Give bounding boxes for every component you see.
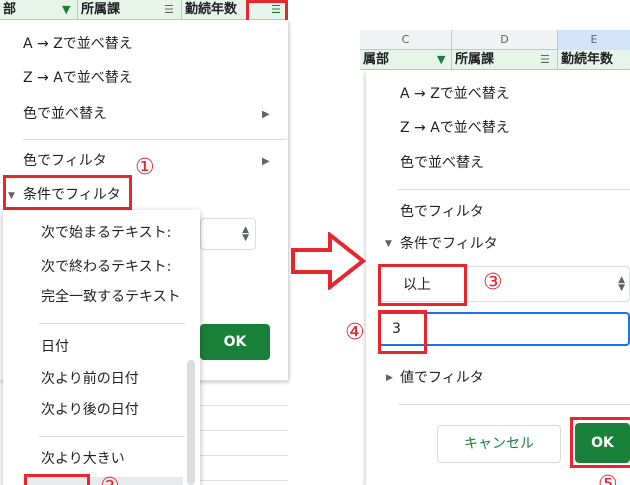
left-header-row: 部 ▼ 所属課 ☰ 勤続年数 ☰ <box>0 0 288 20</box>
column-letter-row: C D E <box>360 30 630 50</box>
annotation-box-condition <box>378 264 467 306</box>
menu-separator <box>23 139 287 140</box>
annotation-step3: ③ <box>483 270 503 295</box>
header-dept-label: 部 <box>3 2 17 17</box>
annotation-box-value <box>378 310 427 354</box>
up-down-icon: ▲ ▼ <box>618 275 625 293</box>
menu-filter-color[interactable]: 色でフィルタ <box>23 152 107 170</box>
menu-filter-condition[interactable]: 条件でフィルタ <box>400 235 498 253</box>
column-c[interactable]: C <box>360 30 452 50</box>
filter-icon[interactable]: ▼ <box>437 54 445 66</box>
arrow-right-icon: ▶ <box>262 156 270 167</box>
triangle-right-icon: ▶ <box>386 373 393 383</box>
condition-select-left[interactable]: ▲ ▼ <box>200 218 256 250</box>
menu-separator <box>398 189 630 190</box>
annotation-step5: ⑤ <box>598 472 618 485</box>
right-arrow-outline-icon <box>291 232 366 290</box>
dropdown-separator <box>39 323 185 324</box>
annotation-step4: ④ <box>345 320 365 345</box>
header-years-cell[interactable]: 勤続年数 <box>558 50 630 70</box>
menu-sort-az[interactable]: A → Zで並べ替え <box>400 85 510 103</box>
annotation-step2: ② <box>100 476 120 485</box>
option-date-before[interactable]: 次より前の日付 <box>41 370 139 388</box>
option-text-exact[interactable]: 完全一致するテキスト <box>41 288 181 306</box>
triangle-down-icon: ▼ <box>385 239 392 249</box>
option-text-starts[interactable]: 次で始まるテキスト: <box>41 224 171 242</box>
header-section-label: 所属課 <box>81 2 121 17</box>
cancel-button[interactable]: キャンセル <box>437 425 561 463</box>
menu-filter-value[interactable]: 値でフィルタ <box>400 369 484 387</box>
annotation-box-option <box>24 474 90 485</box>
arrow-right-icon: ▶ <box>262 109 270 120</box>
filter-icon[interactable]: ☰ <box>540 54 550 66</box>
dropdown-scrollbar[interactable] <box>187 360 195 485</box>
filter-icon[interactable]: ☰ <box>164 4 174 16</box>
menu-separator <box>398 404 630 405</box>
menu-sort-az[interactable]: A → Zで並べ替え <box>23 35 133 53</box>
annotation-box-ok <box>570 417 630 468</box>
header-years-label: 勤続年数 <box>561 52 614 67</box>
option-date[interactable]: 日付 <box>41 338 69 356</box>
annotation-box-filter-condition <box>3 175 132 210</box>
up-down-icon: ▲ ▼ <box>242 225 249 243</box>
column-e[interactable]: E <box>558 30 630 50</box>
condition-dropdown-list: 次で始まるテキスト: 次で終わるテキスト: 完全一致するテキスト 日付 次より前… <box>3 210 200 485</box>
header-years-label: 勤続年数 <box>185 2 238 17</box>
filter-icon[interactable]: ▼ <box>62 4 70 16</box>
header-dept-label: 属部 <box>363 52 390 67</box>
header-dept-cell[interactable]: 属部 ▼ <box>360 50 452 70</box>
option-greater-than[interactable]: 次より大きい <box>41 450 125 468</box>
column-d[interactable]: D <box>452 30 558 50</box>
menu-sort-za[interactable]: Z → Aで並べ替え <box>23 69 133 87</box>
option-date-after[interactable]: 次より後の日付 <box>41 401 139 419</box>
right-header-row: 属部 ▼ 所属課 ☰ 勤続年数 <box>360 50 630 70</box>
menu-sort-color[interactable]: 色で並べ替え <box>400 154 484 172</box>
dropdown-separator <box>39 436 185 437</box>
header-section-label: 所属課 <box>455 52 495 67</box>
header-section-cell[interactable]: 所属課 ☰ <box>78 0 182 20</box>
annotation-step1: ① <box>135 155 155 180</box>
header-dept-cell[interactable]: 部 ▼ <box>0 0 78 20</box>
option-text-ends[interactable]: 次で終わるテキスト: <box>41 258 171 276</box>
header-section-cell[interactable]: 所属課 ☰ <box>452 50 558 70</box>
sheet-grid-lines <box>200 360 288 485</box>
menu-sort-za[interactable]: Z → Aで並べ替え <box>400 119 510 137</box>
ok-button-left[interactable]: OK <box>200 324 270 360</box>
menu-filter-color[interactable]: 色でフィルタ <box>400 203 484 221</box>
menu-sort-color[interactable]: 色で並べ替え <box>23 105 107 123</box>
